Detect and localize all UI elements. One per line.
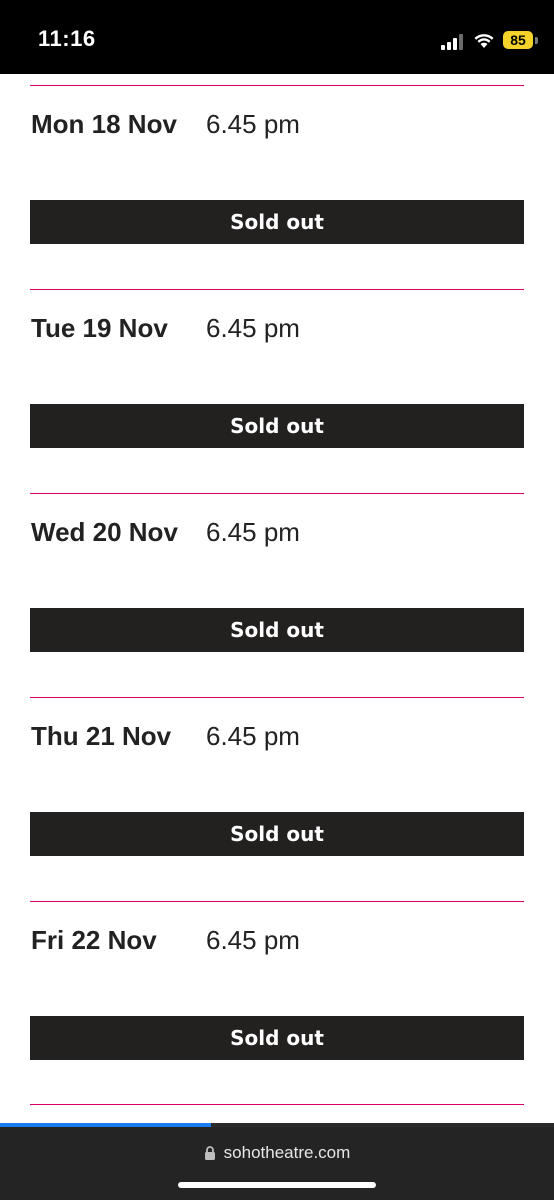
performance-date: Tue 19 Nov	[31, 313, 168, 343]
performance-time: 6.45 pm	[206, 925, 300, 955]
url-text: sohotheatre.com	[223, 1143, 351, 1162]
performance-date: Thu 21 Nov	[31, 721, 172, 751]
divider	[30, 697, 524, 698]
status-bar: 11:16 85	[0, 0, 554, 74]
divider	[30, 85, 524, 86]
sold-out-button[interactable]: Sold out	[30, 608, 524, 652]
divider	[30, 289, 524, 290]
cellular-signal-icon	[441, 34, 463, 50]
performance-time: 6.45 pm	[206, 313, 300, 343]
performance-time: 6.45 pm	[206, 721, 300, 751]
performance-time: 6.45 pm	[206, 517, 300, 547]
divider	[30, 1104, 524, 1105]
sold-out-button[interactable]: Sold out	[30, 200, 524, 244]
battery-cap	[535, 37, 538, 44]
performance-date: Fri 22 Nov	[31, 925, 157, 955]
performance-date: Wed 20 Nov	[31, 517, 178, 547]
status-time: 11:16	[38, 26, 96, 51]
performance-time: 6.45 pm	[206, 109, 300, 139]
wifi-icon	[474, 34, 494, 48]
address-bar[interactable]: sohotheatre.com	[0, 1141, 554, 1165]
divider	[30, 901, 524, 902]
sold-out-button[interactable]: Sold out	[30, 404, 524, 448]
home-indicator[interactable]	[178, 1182, 376, 1188]
browser-bottom-bar: sohotheatre.com	[0, 1127, 554, 1200]
sold-out-button[interactable]: Sold out	[30, 1016, 524, 1060]
lock-icon	[204, 1146, 215, 1160]
performance-date: Mon 18 Nov	[31, 109, 177, 139]
sold-out-button[interactable]: Sold out	[30, 812, 524, 856]
divider	[30, 493, 524, 494]
battery-indicator: 85	[503, 31, 533, 49]
